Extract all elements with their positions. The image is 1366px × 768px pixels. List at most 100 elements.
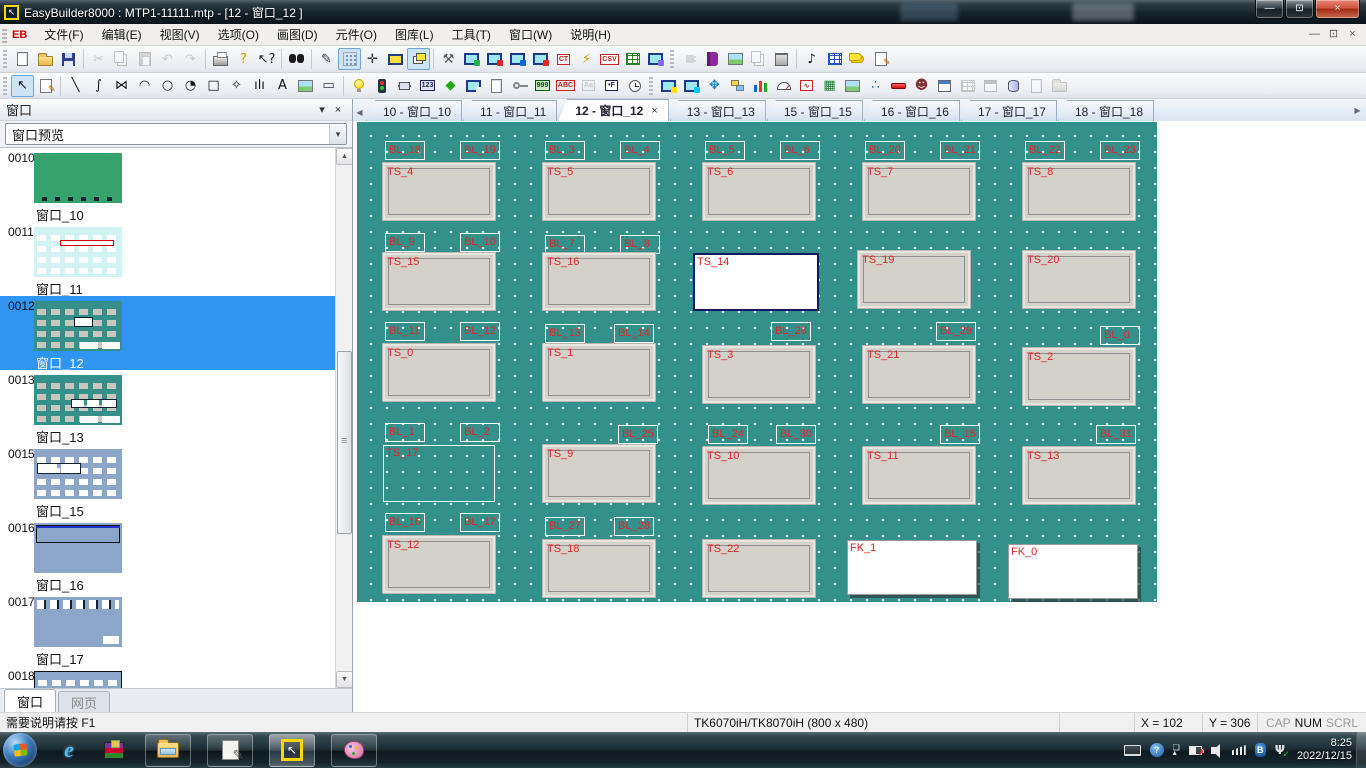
- start-button[interactable]: [3, 733, 37, 767]
- tab-10 - 窗口_10[interactable]: 10 - 窗口_10: [366, 100, 462, 121]
- alarm-display-icon[interactable]: ☻: [910, 75, 933, 97]
- canvas-widget-BL_21[interactable]: BL_21: [940, 141, 980, 160]
- window-item-0011[interactable]: 0011窗口_11: [0, 222, 335, 296]
- tab-11 - 窗口_11[interactable]: 11 - 窗口_11: [463, 100, 557, 121]
- set-bit-icon[interactable]: [393, 75, 416, 97]
- function-key-icon[interactable]: ◆: [439, 75, 462, 97]
- tab-18 - 窗口_18[interactable]: 18 - 窗口_18: [1058, 100, 1154, 121]
- canvas-widget-BL_23[interactable]: BL_23: [1100, 141, 1140, 160]
- menu-item-2[interactable]: 视图(V): [151, 24, 209, 45]
- history-table-icon[interactable]: ▦: [818, 75, 841, 97]
- canvas-widget-BL_29[interactable]: BL_29: [936, 322, 976, 341]
- print-icon[interactable]: [209, 48, 232, 70]
- word-lamp-icon[interactable]: [370, 75, 393, 97]
- frame-icon[interactable]: ▭: [317, 75, 340, 97]
- picture-view-icon[interactable]: [841, 75, 864, 97]
- canvas-widget-FK_0[interactable]: FK_0: [1008, 544, 1138, 599]
- polygon-icon[interactable]: ✧: [225, 75, 248, 97]
- sound-library-icon[interactable]: ♪: [800, 48, 823, 70]
- panel-dropdown-icon[interactable]: ▾: [314, 103, 330, 116]
- canvas-widget-TS_5[interactable]: TS_5: [543, 163, 655, 220]
- canvas-widget-TS_3[interactable]: TS_3: [703, 346, 815, 403]
- mdi-minimize-button[interactable]: —: [1305, 25, 1324, 42]
- bit-lamp-icon[interactable]: [347, 75, 370, 97]
- help-pointer-icon[interactable]: ↖?: [255, 48, 278, 70]
- save-icon[interactable]: [57, 48, 80, 70]
- timer-icon[interactable]: [623, 75, 646, 97]
- line-icon[interactable]: ╲: [64, 75, 87, 97]
- scroll-up-icon[interactable]: ▲: [336, 148, 352, 165]
- canvas-widget-BL_2[interactable]: BL_2: [460, 423, 500, 442]
- canvas-widget-BL_18[interactable]: BL_18: [385, 141, 425, 160]
- close-button[interactable]: ×: [1315, 0, 1360, 19]
- canvas-widget-BL_13[interactable]: BL_13: [545, 324, 585, 343]
- about-icon[interactable]: ?: [232, 48, 255, 70]
- object-properties-icon[interactable]: [34, 75, 57, 97]
- function-f-icon[interactable]: •F: [600, 75, 623, 97]
- bluetooth-tray-icon[interactable]: B: [1255, 743, 1266, 757]
- panel-close-icon[interactable]: ×: [330, 104, 346, 116]
- set-word-icon[interactable]: 123: [416, 75, 439, 97]
- picture-library-icon[interactable]: [724, 48, 747, 70]
- canvas-widget-BL_8[interactable]: BL_8: [620, 235, 660, 254]
- group-library-icon[interactable]: [770, 48, 793, 70]
- snap-toggle-icon[interactable]: ✛: [361, 48, 384, 70]
- expand-tray-icon[interactable]: ❏▴: [1173, 745, 1180, 755]
- canvas-widget-TS_9[interactable]: TS_9: [543, 445, 655, 502]
- canvas-widget-TS_6[interactable]: TS_6: [703, 163, 815, 220]
- mdi-close-button[interactable]: ×: [1343, 25, 1362, 42]
- tab-scroll-left-icon[interactable]: ◀: [353, 103, 366, 121]
- keyboard-tray-icon[interactable]: [1124, 745, 1141, 756]
- canvas-widget-BL_24[interactable]: BL_24: [708, 425, 748, 444]
- event-display-icon[interactable]: [933, 75, 956, 97]
- grid-toggle-icon[interactable]: [338, 48, 361, 70]
- canvas-widget-TS_20[interactable]: TS_20: [1023, 251, 1135, 308]
- panel-tab-窗口[interactable]: 窗口: [4, 689, 56, 712]
- menu-item-4[interactable]: 画图(D): [268, 24, 327, 45]
- move-shape-icon[interactable]: ✥: [703, 75, 726, 97]
- ellipse-icon[interactable]: ○: [156, 75, 179, 97]
- canvas-widget-TS_12[interactable]: TS_12: [383, 536, 495, 593]
- bar-graph-icon[interactable]: [749, 75, 772, 97]
- bezier-icon[interactable]: ∫: [87, 75, 110, 97]
- canvas-widget-BL_31[interactable]: BL_31: [1096, 425, 1136, 444]
- canvas-widget-TS_14[interactable]: TS_14: [693, 253, 819, 311]
- paint-taskbar-button[interactable]: [331, 734, 377, 767]
- scroll-down-icon[interactable]: ▼: [336, 671, 352, 688]
- easybuilder-taskbar-button[interactable]: ↖: [269, 734, 315, 767]
- canvas-widget-TS_1[interactable]: TS_1: [543, 344, 655, 401]
- numeric-input-icon[interactable]: 999: [531, 75, 554, 97]
- canvas-widget-BL_20[interactable]: BL_20: [865, 141, 905, 160]
- canvas-widget-BL_30[interactable]: BL_30: [776, 425, 816, 444]
- window-preview-select[interactable]: 窗口预览 ▾: [5, 123, 347, 145]
- canvas-widget-TS_0[interactable]: TS_0: [383, 344, 495, 401]
- mdi-restore-button[interactable]: ⊡: [1324, 25, 1343, 42]
- meter-display-icon[interactable]: [772, 75, 795, 97]
- canvas-widget-TS_16[interactable]: TS_16: [543, 253, 655, 310]
- quick-build-icon[interactable]: ⚡: [575, 48, 598, 70]
- polyline-icon[interactable]: ⋈: [110, 75, 133, 97]
- simulate-offline-icon[interactable]: [506, 48, 529, 70]
- canvas-widget-BL_17[interactable]: BL_17: [460, 513, 500, 532]
- alarm-bar-icon[interactable]: [887, 75, 910, 97]
- redraw-icon[interactable]: ✎: [315, 48, 338, 70]
- canvas-widget-BL_10[interactable]: BL_10: [460, 233, 500, 252]
- canvas-widget-TS_18[interactable]: TS_18: [543, 540, 655, 597]
- canvas-widget-BL_9[interactable]: BL_9: [385, 233, 425, 252]
- notebook-icon[interactable]: [485, 75, 508, 97]
- canvas-widget-BL_11[interactable]: BL_11: [385, 322, 425, 341]
- window-item-0018[interactable]: 0018: [0, 666, 335, 688]
- canvas-widget-BL_0[interactable]: BL_0: [1100, 326, 1140, 345]
- simulate-online-icon[interactable]: [529, 48, 552, 70]
- minimize-button[interactable]: —: [1255, 0, 1284, 19]
- battery-tray-icon[interactable]: [1189, 746, 1202, 755]
- window-list-scrollbar[interactable]: ▲ ▼: [335, 148, 352, 688]
- canvas-widget-BL_22[interactable]: BL_22: [1025, 141, 1065, 160]
- layer-icon[interactable]: [407, 48, 430, 70]
- canvas-widget-BL_5[interactable]: BL_5: [705, 141, 745, 160]
- canvas-widget-BL_27[interactable]: BL_27: [545, 517, 585, 536]
- show-desktop-button[interactable]: [1356, 732, 1366, 768]
- menu-item-6[interactable]: 图库(L): [386, 24, 443, 45]
- canvas-widget-BL_3[interactable]: BL_3: [545, 141, 585, 160]
- label-library-icon[interactable]: [846, 48, 869, 70]
